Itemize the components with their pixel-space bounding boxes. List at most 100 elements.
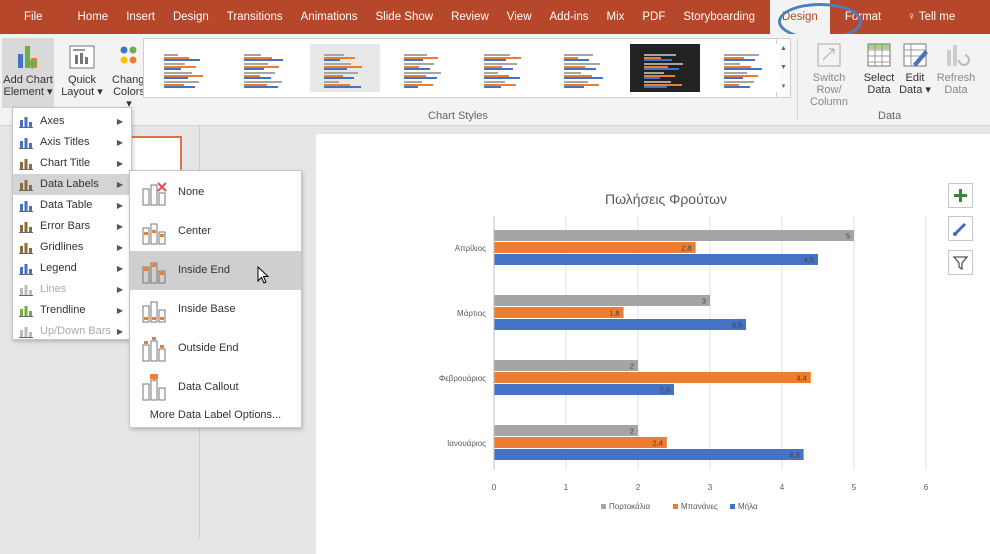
data-label: 2,8 xyxy=(681,244,691,253)
data-table-icon xyxy=(19,199,33,212)
chart-style-thumbnail[interactable] xyxy=(630,44,700,92)
thumbnail-bar xyxy=(724,86,750,88)
data-labels-option-inside-end[interactable]: Inside End xyxy=(130,251,301,290)
tab-storyboarding[interactable]: Storyboarding xyxy=(674,0,764,34)
bar[interactable] xyxy=(494,360,638,371)
chart-style-thumbnail[interactable] xyxy=(470,44,540,92)
tab-view[interactable]: View xyxy=(498,0,541,34)
select-data-label-1: Select xyxy=(863,72,895,84)
tab-design[interactable]: Design xyxy=(164,0,218,34)
menu-item-label: Chart Title xyxy=(40,157,91,169)
chart-style-thumbnail[interactable] xyxy=(310,44,380,92)
bar[interactable] xyxy=(494,449,804,460)
edit-data-label-2: Data ▾ xyxy=(899,84,931,96)
refresh-data-button[interactable]: Refresh Data xyxy=(936,38,976,108)
add-chart-element-button[interactable]: Add Chart Element ▾ xyxy=(2,38,54,108)
refresh-data-label-2: Data xyxy=(944,84,968,96)
chart-elements-button[interactable] xyxy=(948,183,973,208)
menu-item-label: Data Table xyxy=(40,199,93,211)
menu-item-label: Trendline xyxy=(40,304,86,316)
slide-canvas[interactable]: Πωλήσεις Φρούτων 0 1 2 3 4 5 6 Απρίλιος 5 2,8 4,5 Μ… xyxy=(316,134,990,554)
tab-mix[interactable]: Mix xyxy=(598,0,634,34)
bar[interactable] xyxy=(494,242,696,253)
data-label: 2 xyxy=(630,427,634,436)
bar[interactable] xyxy=(494,437,667,448)
chart-style-thumbnail[interactable] xyxy=(550,44,620,92)
data-labels-option-none[interactable]: None xyxy=(130,173,301,212)
bar[interactable] xyxy=(494,307,624,318)
chart-filters-button[interactable] xyxy=(948,250,973,275)
menu-item-axis-titles[interactable]: Axis Titles ▶ xyxy=(13,132,131,153)
thumbnail-bar xyxy=(724,77,743,79)
submenu-arrow-icon: ▶ xyxy=(116,117,123,126)
legend-swatch xyxy=(673,504,678,509)
data-labels-option-data-callout[interactable]: Data Callout xyxy=(130,368,301,407)
submenu-arrow-icon: ▶ xyxy=(116,159,123,168)
switch-row-column-label-2: Column xyxy=(810,96,848,108)
data-label: 4,5 xyxy=(804,256,814,265)
menu-item-axes[interactable]: Axes ▶ xyxy=(13,111,131,132)
data-label: 2 xyxy=(630,362,634,371)
switch-row-column-button[interactable]: Switch Row/ Column xyxy=(800,38,858,108)
tab-review[interactable]: Review xyxy=(442,0,498,34)
data-labels-option-label: Inside Base xyxy=(178,303,236,315)
bar-chart[interactable]: 0 1 2 3 4 5 6 Απρίλιος 5 2,8 4,5 Μάρτιος 3 1,8 3,5 Φεβρ… xyxy=(316,134,990,539)
menu-item-up-down-bars[interactable]: Up/Down Bars ▶ xyxy=(13,321,131,342)
menu-item-trendline[interactable]: Trendline ▶ xyxy=(13,300,131,321)
data-labels-option-center[interactable]: Center xyxy=(130,212,301,251)
tab-pdf[interactable]: PDF xyxy=(633,0,674,34)
data-label: 2,4 xyxy=(652,439,662,448)
data-label: 3,5 xyxy=(732,321,742,330)
data-label: 4,4 xyxy=(796,374,806,383)
data-labels-option-inside-base[interactable]: Inside Base xyxy=(130,290,301,329)
paintbrush-icon xyxy=(953,222,967,236)
thumbnail-bar xyxy=(324,86,361,88)
menu-item-label: Error Bars xyxy=(40,220,91,232)
data-labels-icon xyxy=(19,178,33,191)
thumbnail-bar xyxy=(244,77,271,79)
chart-styles-button[interactable] xyxy=(948,216,973,241)
bar[interactable] xyxy=(494,230,854,241)
menu-item-lines[interactable]: Lines ▶ xyxy=(13,279,131,300)
change-colors-button[interactable]: Change Colors ▾ xyxy=(112,38,151,110)
quick-layout-button[interactable]: Quick Layout ▾ xyxy=(56,38,108,108)
chart-styles-group-label: Chart Styles xyxy=(428,110,488,122)
chart-style-thumbnail[interactable] xyxy=(150,44,220,92)
data-labels-option-outside-end[interactable]: Outside End xyxy=(130,329,301,368)
lines-icon xyxy=(19,283,33,296)
legend-icon xyxy=(19,262,33,275)
menu-item-error-bars[interactable]: Error Bars ▶ xyxy=(13,216,131,237)
menu-item-label: Lines xyxy=(40,283,67,295)
bar[interactable] xyxy=(494,295,710,306)
bar[interactable] xyxy=(494,384,674,395)
thumbnail-bar xyxy=(404,68,430,70)
add-chart-element-icon xyxy=(18,46,37,69)
select-data-button[interactable]: Select Data xyxy=(862,38,896,108)
tab-add-ins[interactable]: Add-ins xyxy=(541,0,598,34)
chart-style-thumbnail[interactable] xyxy=(390,44,460,92)
thumbnail-bar xyxy=(164,77,188,79)
edit-data-button[interactable]: Edit Data ▾ xyxy=(898,38,932,108)
tab-insert[interactable]: Insert xyxy=(117,0,164,34)
data-labels-option-label: None xyxy=(178,186,205,198)
chart-style-thumbnail[interactable] xyxy=(710,44,780,92)
chart-style-thumbnail[interactable] xyxy=(230,44,300,92)
chart-styles-gallery[interactable]: ▲ ▼ ▾ xyxy=(143,38,791,98)
bar[interactable] xyxy=(494,372,811,383)
menu-item-chart-title[interactable]: Chart Title ▶ xyxy=(13,153,131,174)
tab-home[interactable]: Home xyxy=(69,0,118,34)
bar[interactable] xyxy=(494,425,638,436)
x-tick-label: 3 xyxy=(708,483,713,492)
tab-tell-me[interactable]: ♀ Tell me xyxy=(898,0,964,34)
more-data-label-options[interactable]: More Data Label Options... xyxy=(130,405,301,426)
menu-item-data-labels[interactable]: Data Labels ▶ xyxy=(13,174,131,195)
tab-transitions[interactable]: Transitions xyxy=(218,0,292,34)
bar[interactable] xyxy=(494,319,746,330)
menu-item-gridlines[interactable]: Gridlines ▶ xyxy=(13,237,131,258)
tab-slide-show[interactable]: Slide Show xyxy=(367,0,443,34)
tab-animations[interactable]: Animations xyxy=(292,0,367,34)
bar[interactable] xyxy=(494,254,818,265)
menu-item-legend[interactable]: Legend ▶ xyxy=(13,258,131,279)
menu-item-data-table[interactable]: Data Table ▶ xyxy=(13,195,131,216)
tab-file[interactable]: File xyxy=(0,0,69,34)
